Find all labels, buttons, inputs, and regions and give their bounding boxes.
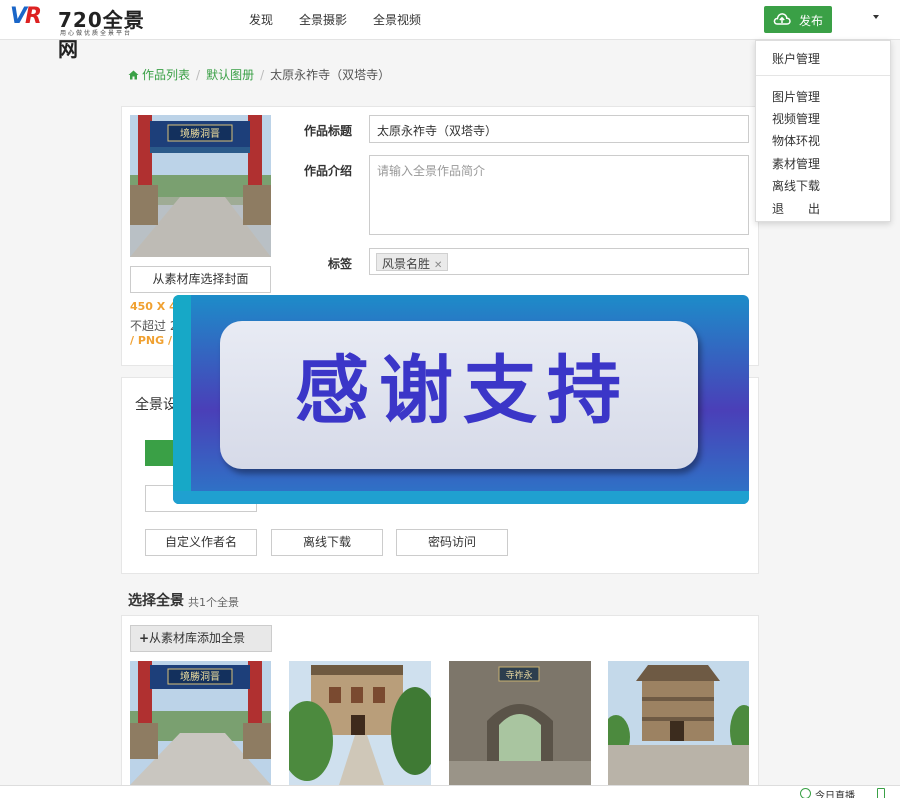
cover-thumbnail[interactable]: 境勝洞晋 xyxy=(130,115,271,257)
banner-text: 感谢支持 xyxy=(295,348,631,434)
menu-item-images[interactable]: 图片管理 xyxy=(772,88,820,105)
title-input[interactable]: 太原永祚寺（双塔寺） xyxy=(369,115,749,143)
home-icon xyxy=(128,70,139,80)
menu-item-account[interactable]: 账户管理 xyxy=(772,50,820,67)
panorama-image xyxy=(608,661,749,785)
offline-download-button[interactable]: 离线下载 xyxy=(271,529,383,556)
close-icon[interactable]: ✕ xyxy=(434,260,442,271)
cover-format-note: / PNG / xyxy=(130,334,172,347)
breadcrumb-album[interactable]: 默认图册 xyxy=(206,68,254,82)
cloud-upload-icon xyxy=(773,13,791,25)
user-avatar[interactable] xyxy=(840,6,878,33)
tags-label: 标签 xyxy=(327,257,352,271)
panorama-thumbnail[interactable]: 境勝洞晋 xyxy=(130,661,271,785)
breadcrumb-current: 太原永祚寺（双塔寺） xyxy=(270,68,391,82)
tag-label: 风景名胜 xyxy=(382,257,431,271)
top-bar: VR 720全景网 用心做优质全景平台 发现 全景摄影 全景视频 发布 xyxy=(0,0,900,61)
menu-item-videos[interactable]: 视频管理 xyxy=(772,110,820,127)
nav-panorama-photo[interactable]: 全景摄影 xyxy=(299,11,347,28)
menu-divider xyxy=(756,75,890,76)
add-panorama-label: 从素材库添加全景 xyxy=(149,631,246,645)
menu-item-logout[interactable]: 退 出 xyxy=(772,200,820,217)
title-label: 作品标题 xyxy=(303,124,352,138)
panorama-thumbnail[interactable] xyxy=(608,661,749,785)
cover-image: 境勝洞晋 xyxy=(130,115,271,257)
panorama-count: 共1个全景 xyxy=(188,596,239,609)
svg-text:境勝洞晋: 境勝洞晋 xyxy=(180,127,220,140)
select-panorama-title: 选择全景 xyxy=(128,593,184,609)
nav-discover[interactable]: 发现 xyxy=(249,11,273,28)
panorama-thumbnail[interactable]: 寺祚永 xyxy=(449,661,591,785)
publish-label: 发布 xyxy=(799,14,824,28)
caret-down-icon[interactable] xyxy=(873,15,879,19)
breadcrumb: 作品列表 / 默认图册 / 太原永祚寺（双塔寺） xyxy=(128,66,390,83)
panorama-thumbnail[interactable] xyxy=(289,661,431,785)
phone-icon[interactable] xyxy=(877,788,885,798)
plus-icon: + xyxy=(139,631,150,645)
add-panorama-button[interactable]: + 从素材库添加全景 xyxy=(130,625,272,652)
publish-button[interactable]: 发布 xyxy=(764,6,832,33)
panorama-image: 寺祚永 xyxy=(449,661,591,785)
password-access-button[interactable]: 密码访问 xyxy=(396,529,508,556)
cover-limit-note: 不超过 2 xyxy=(130,319,178,333)
site-logo[interactable]: VR 720全景网 用心做优质全景平台 xyxy=(10,4,160,61)
user-dropdown-menu: 账户管理 图片管理 视频管理 物体环视 素材管理 离线下载 退 出 xyxy=(755,40,891,222)
bottom-bar: 今日直播 xyxy=(0,785,900,798)
nav-panorama-video[interactable]: 全景视频 xyxy=(373,11,421,28)
live-link[interactable]: 今日直播 xyxy=(815,787,855,798)
tag-chip[interactable]: 风景名胜 ✕ xyxy=(376,253,449,271)
breadcrumb-separator: / xyxy=(260,68,265,82)
logo-mark: VR xyxy=(10,4,42,29)
breadcrumb-works-list[interactable]: 作品列表 xyxy=(142,68,190,82)
settings-title: 全景设 xyxy=(135,397,177,413)
svg-text:境勝洞晋: 境勝洞晋 xyxy=(180,670,220,683)
logo-slogan: 用心做优质全景平台 xyxy=(60,30,133,37)
banner-strip-left xyxy=(173,295,191,504)
menu-item-object-view[interactable]: 物体环视 xyxy=(772,132,820,149)
intro-label: 作品介绍 xyxy=(303,164,352,178)
breadcrumb-separator: / xyxy=(196,68,201,82)
panorama-image: 境勝洞晋 xyxy=(130,661,271,785)
menu-item-materials[interactable]: 素材管理 xyxy=(772,155,820,172)
banner-strip-bottom xyxy=(173,491,749,504)
panorama-image xyxy=(289,661,431,785)
thanks-banner: 感谢支持 xyxy=(173,295,749,504)
live-icon xyxy=(800,788,811,798)
intro-textarea[interactable]: 请输入全景作品简介 xyxy=(369,155,749,235)
custom-author-button[interactable]: 自定义作者名 xyxy=(145,529,257,556)
choose-cover-button[interactable]: 从素材库选择封面 xyxy=(130,266,271,293)
menu-item-offline-download[interactable]: 离线下载 xyxy=(772,177,820,194)
svg-text:寺祚永: 寺祚永 xyxy=(505,669,532,681)
